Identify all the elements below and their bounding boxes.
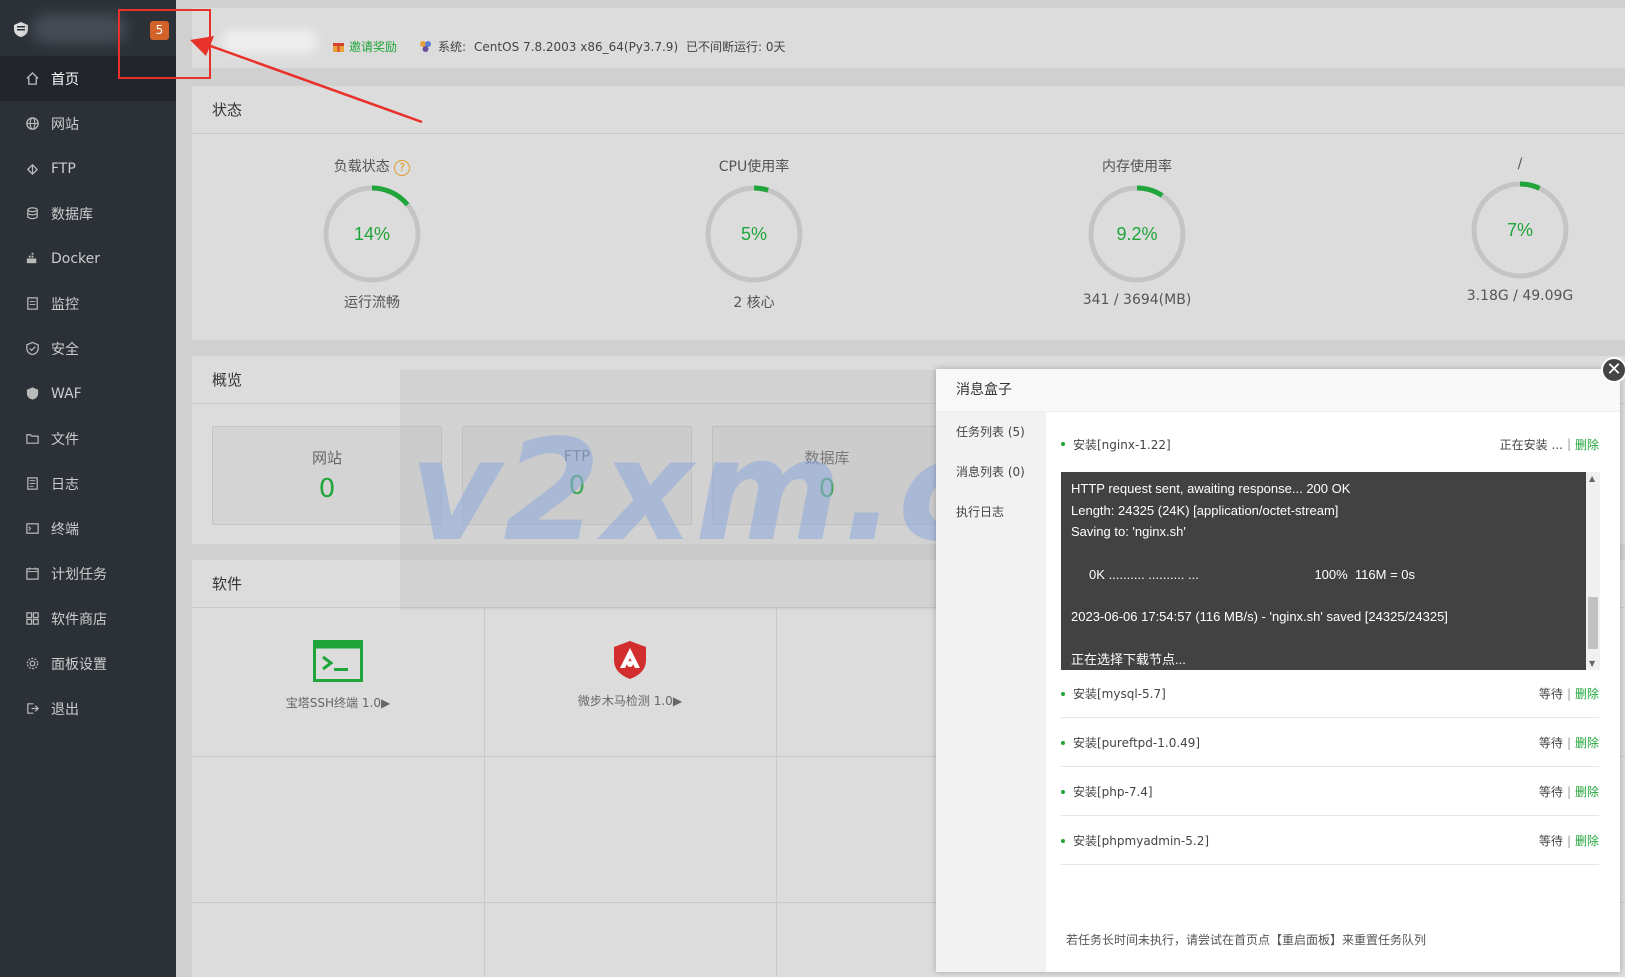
task-name: 安装[php-7.4]	[1073, 785, 1153, 799]
tab-message-list[interactable]: 消息列表 (0)	[936, 452, 1046, 492]
separator: |	[1566, 686, 1571, 701]
delete-task-button[interactable]: 删除	[1575, 832, 1599, 849]
console-line: 2023-06-06 17:54:57 (116 MB/s) - 'nginx.…	[1071, 609, 1448, 624]
status-dot-icon	[1061, 789, 1065, 794]
task-status: 等待	[1538, 736, 1563, 750]
console-line: HTTP request sent, awaiting response... …	[1071, 481, 1351, 496]
tab-task-list[interactable]: 任务列表 (5)	[936, 412, 1046, 452]
console-line: 0K .......... .......... ... 100% 116M =…	[1071, 566, 1416, 582]
message-box-dialog: 消息盒子 任务列表 (5) 消息列表 (0) 执行日志 安装[nginx-1.2…	[936, 369, 1620, 972]
status-dot-icon	[1061, 442, 1065, 446]
task-row: 安装[pureftpd-1.0.49] 等待 | 删除	[1061, 719, 1599, 767]
tab-exec-log[interactable]: 执行日志	[936, 492, 1046, 532]
task-list: 安装[nginx-1.22] 正在安装 ... | 删除 安装[mysql-5.7] 等待…	[1046, 412, 1620, 972]
task-row: 安装[php-7.4] 等待 | 删除	[1061, 768, 1599, 816]
separator: |	[1566, 735, 1571, 750]
separator: |	[1566, 437, 1571, 451]
scroll-thumb[interactable]	[1588, 597, 1598, 649]
task-status: 等待	[1538, 785, 1563, 799]
task-status: 等待	[1538, 687, 1563, 701]
console-scrollbar[interactable]: ▲ ▼	[1586, 472, 1600, 670]
task-row: 安装[phpmyadmin-5.2] 等待 | 删除	[1061, 817, 1599, 865]
dialog-tabs: 任务列表 (5) 消息列表 (0) 执行日志	[936, 412, 1046, 972]
separator: |	[1566, 833, 1571, 848]
status-dot-icon	[1061, 740, 1065, 745]
console-line: Saving to: 'nginx.sh'	[1071, 524, 1186, 539]
task-name: 安装[phpmyadmin-5.2]	[1073, 834, 1210, 848]
task-row: 安装[nginx-1.22] 正在安装 ... | 删除	[1061, 420, 1599, 468]
delete-task-button[interactable]: 删除	[1575, 734, 1599, 751]
install-console: HTTP request sent, awaiting response... …	[1061, 472, 1586, 670]
dialog-note: 若任务长时间未执行，请尝试在首页点【重启面板】来重置任务队列	[1066, 933, 1427, 947]
delete-task-button[interactable]: 删除	[1575, 783, 1599, 800]
delete-task-button[interactable]: 删除	[1575, 436, 1599, 453]
console-line: 正在选择下载节点...	[1071, 651, 1186, 667]
task-name: 安装[pureftpd-1.0.49]	[1073, 736, 1201, 750]
task-status: 正在安装 ...	[1499, 437, 1563, 452]
status-dot-icon	[1061, 691, 1065, 696]
console-line: Length: 24325 (24K) [application/octet-s…	[1071, 502, 1339, 518]
separator: |	[1566, 784, 1571, 799]
scroll-down-arrow-icon[interactable]: ▼	[1589, 659, 1595, 668]
delete-task-button[interactable]: 删除	[1575, 685, 1599, 702]
close-icon[interactable]: ✕	[1601, 357, 1625, 383]
task-status: 等待	[1538, 834, 1563, 848]
task-name: 安装[mysql-5.7]	[1073, 687, 1166, 701]
task-name: 安装[nginx-1.22]	[1073, 437, 1171, 452]
scroll-up-arrow-icon[interactable]: ▲	[1589, 474, 1595, 483]
task-row: 安装[mysql-5.7] 等待 | 删除	[1061, 670, 1599, 718]
status-dot-icon	[1061, 838, 1065, 843]
dialog-title: 消息盒子	[936, 369, 1620, 412]
